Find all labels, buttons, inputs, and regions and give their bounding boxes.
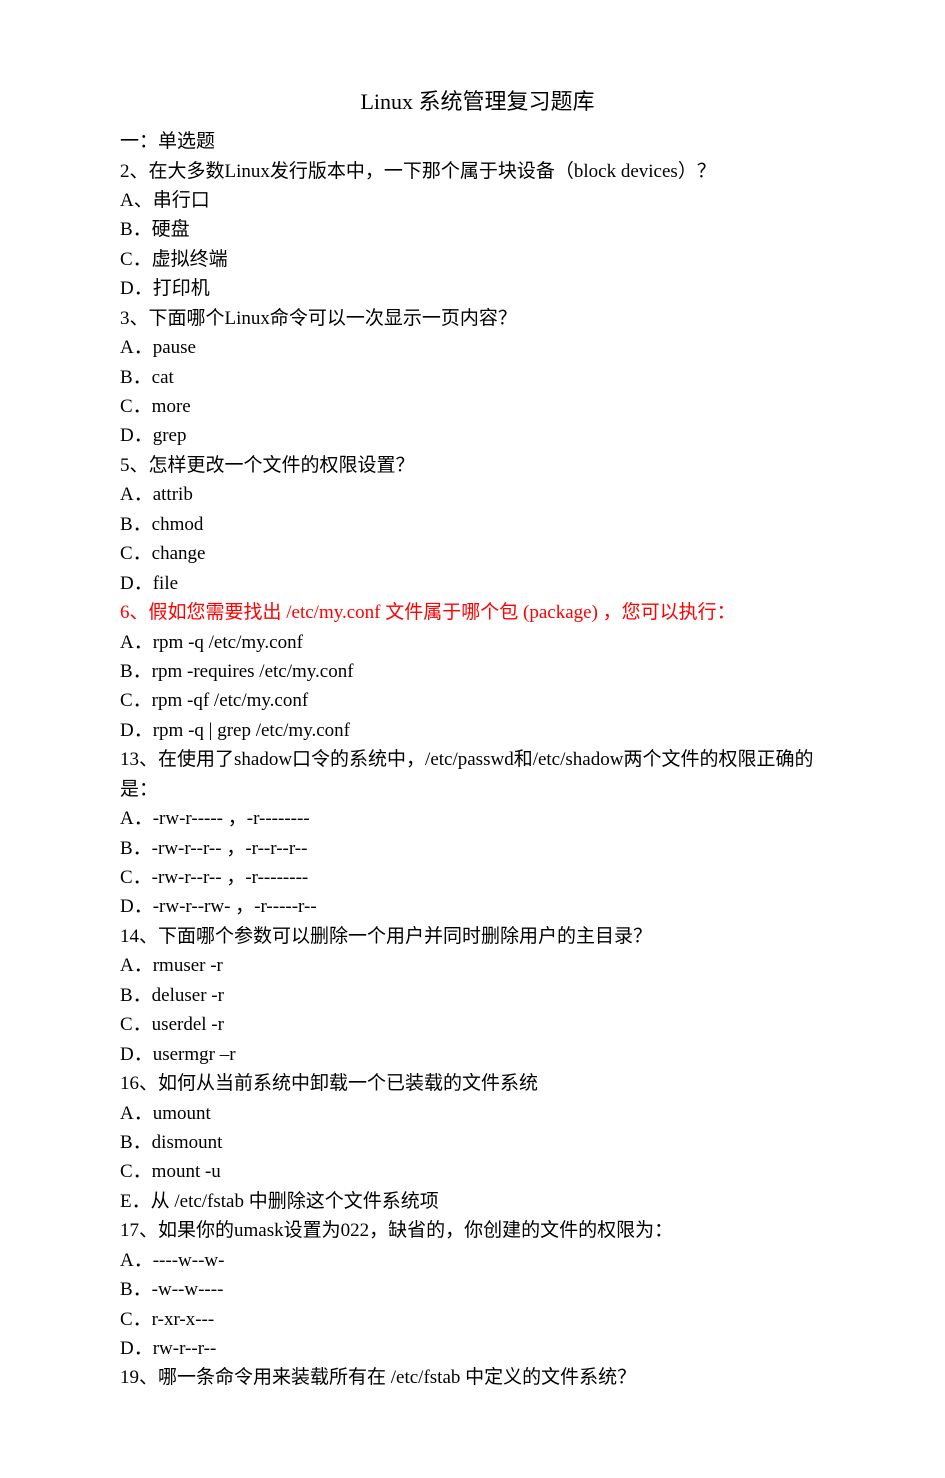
question-3-option-d: D．grep	[120, 421, 835, 450]
question-14-text: 14、下面哪个参数可以删除一个用户并同时删除用户的主目录？	[120, 922, 835, 951]
question-17-text: 17、如果你的umask设置为022，缺省的，你创建的文件的权限为：	[120, 1216, 835, 1245]
question-16-option-b: B．dismount	[120, 1128, 835, 1157]
question-17-option-d: D．rw-r--r--	[120, 1334, 835, 1363]
question-16-option-a: A．umount	[120, 1099, 835, 1128]
document-page: Linux 系统管理复习题库 一：单选题 2、在大多数Linux发行版本中，一下…	[0, 0, 945, 1478]
question-6-option-d: D．rpm -q | grep /etc/my.conf	[120, 716, 835, 745]
question-6-option-b: B．rpm -requires /etc/my.conf	[120, 657, 835, 686]
question-5-text: 5、怎样更改一个文件的权限设置？	[120, 451, 835, 480]
question-5-option-d: D．file	[120, 569, 835, 598]
question-6-option-a: A．rpm -q /etc/my.conf	[120, 628, 835, 657]
question-14-option-d: D．usermgr –r	[120, 1040, 835, 1069]
question-17-option-b: B．-w--w----	[120, 1275, 835, 1304]
question-5-option-a: A．attrib	[120, 480, 835, 509]
question-16-option-c: C．mount -u	[120, 1157, 835, 1186]
question-17-option-a: A．----w--w-	[120, 1246, 835, 1275]
question-14-option-b: B．deluser -r	[120, 981, 835, 1010]
question-16-option-e: E．从 /etc/fstab 中删除这个文件系统项	[120, 1187, 835, 1216]
question-13-option-c: C．-rw-r--r-- ，-r--------	[120, 863, 835, 892]
question-14-option-c: C．userdel -r	[120, 1010, 835, 1039]
question-6-option-c: C．rpm -qf /etc/my.conf	[120, 686, 835, 715]
document-title: Linux 系统管理复习题库	[120, 85, 835, 119]
question-2-option-b: B．硬盘	[120, 215, 835, 244]
question-13-option-b: B．-rw-r--r-- ，-r--r--r--	[120, 834, 835, 863]
question-13-option-a: A．-rw-r----- ，-r--------	[120, 804, 835, 833]
question-16-text: 16、如何从当前系统中卸载一个已装载的文件系统	[120, 1069, 835, 1098]
question-13-option-d: D．-rw-r--rw- ，-r-----r--	[120, 892, 835, 921]
question-17-option-c: C．r-xr-x---	[120, 1305, 835, 1334]
question-3-option-a: A．pause	[120, 333, 835, 362]
question-2-option-d: D．打印机	[120, 274, 835, 303]
question-14-option-a: A．rmuser -r	[120, 951, 835, 980]
question-2-text: 2、在大多数Linux发行版本中，一下那个属于块设备（block devices…	[120, 157, 835, 186]
question-19-text: 19、哪一条命令用来装载所有在 /etc/fstab 中定义的文件系统？	[120, 1363, 835, 1392]
question-3-option-c: C．more	[120, 392, 835, 421]
question-13-text: 13、在使用了shadow口令的系统中，/etc/passwd和/etc/sha…	[120, 745, 835, 804]
question-2-option-c: C．虚拟终端	[120, 245, 835, 274]
question-2-option-a: A、串行口	[120, 186, 835, 215]
question-6-text: 6、假如您需要找出 /etc/my.conf 文件属于哪个包 (package)…	[120, 598, 835, 627]
question-5-option-c: C．change	[120, 539, 835, 568]
section-heading: 一：单选题	[120, 127, 835, 156]
question-3-text: 3、下面哪个Linux命令可以一次显示一页内容？	[120, 304, 835, 333]
question-5-option-b: B．chmod	[120, 510, 835, 539]
question-3-option-b: B．cat	[120, 363, 835, 392]
